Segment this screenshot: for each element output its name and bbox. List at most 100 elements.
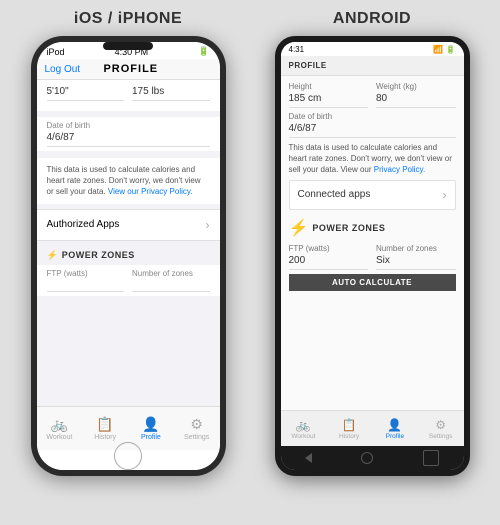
ios-weight-value: 175 lbs [132, 86, 210, 101]
ios-dob-label: Date of birth [47, 121, 210, 130]
ios-authorized-apps-label: Authorized Apps [47, 219, 120, 230]
android-zones-value[interactable]: Six [376, 255, 456, 270]
android-privacy-text: This data is used to calculate calories … [289, 143, 452, 174]
ios-phone: iPod 4:30 PM 🔋 Log Out PROFILE [31, 36, 226, 476]
ios-tab-profile[interactable]: 👤 Profile [128, 416, 174, 441]
ios-nav-bar: Log Out PROFILE [37, 59, 220, 80]
android-connected-apps-label: Connected apps [298, 189, 371, 200]
ios-settings-icon: ⚙ [190, 416, 203, 433]
android-ftp-label: FTP (watts) [289, 244, 369, 253]
page-container: iOS / iPHONE iPod 4:30 PM 🔋 Log Out PROF… [0, 0, 500, 525]
ios-workout-label: Workout [46, 434, 72, 441]
android-section: ANDROID 4:31 📶 🔋 PROFILE Heigh [256, 10, 488, 476]
android-ftp-group: FTP (watts) 200 [289, 244, 369, 270]
android-profile-icon: 👤 [387, 418, 402, 432]
ios-tab-history[interactable]: 📋 History [82, 416, 128, 441]
android-privacy-section: This data is used to calculate calories … [289, 142, 456, 176]
android-hw-row: Height 185 cm Weight (kg) 80 [289, 82, 456, 108]
ios-zones-label: Number of zones [132, 269, 210, 278]
android-power-zones-label: POWER ZONES [312, 223, 385, 233]
android-tab-history[interactable]: 📋 History [326, 418, 372, 440]
ios-privacy-link[interactable]: View our Privacy Policy. [108, 187, 193, 196]
android-phone: 4:31 📶 🔋 PROFILE Height 185 cm [275, 36, 470, 476]
ios-settings-label: Settings [184, 434, 209, 441]
android-status-bar: 4:31 📶 🔋 [281, 42, 464, 56]
android-weight-label: Weight (kg) [376, 82, 456, 91]
android-tab-bar: 🚲 Workout 📋 History 👤 Profile ⚙ Settings [281, 410, 464, 446]
ios-ftp-group: FTP (watts) [47, 269, 125, 292]
ios-history-icon: 📋 [96, 416, 113, 433]
ios-back-button[interactable]: Log Out [45, 64, 81, 75]
android-workout-label: Workout [291, 433, 315, 440]
android-height-label: Height [289, 82, 369, 91]
android-screen: 4:31 📶 🔋 PROFILE Height 185 cm [281, 42, 464, 470]
android-height-value: 185 cm [289, 93, 369, 108]
ios-tab-settings[interactable]: ⚙ Settings [174, 416, 220, 441]
ios-zones-value[interactable] [132, 280, 210, 292]
android-ftp-row: FTP (watts) 200 Number of zones Six [289, 244, 456, 270]
android-privacy-link[interactable]: Privacy Policy. [374, 165, 425, 174]
ios-tab-workout[interactable]: 🚲 Workout [37, 416, 83, 441]
ios-ftp-value[interactable] [47, 280, 125, 292]
android-content: Height 185 cm Weight (kg) 80 Date of bir… [281, 76, 464, 410]
ios-status-bar: iPod 4:30 PM 🔋 [37, 42, 220, 59]
ios-height-group: 5'10" [47, 86, 125, 101]
ios-ftp-row: FTP (watts) Number of zones [37, 265, 220, 296]
ios-screen: iPod 4:30 PM 🔋 Log Out PROFILE [37, 42, 220, 470]
android-home-nav[interactable] [361, 452, 373, 464]
ios-hw-row: 5'10" 175 lbs [47, 86, 210, 101]
android-tab-settings[interactable]: ⚙ Settings [418, 418, 464, 440]
android-zones-label: Number of zones [376, 244, 456, 253]
ios-content: 5'10" 175 lbs Date of birth 4/6/87 [37, 80, 220, 406]
android-ftp-value[interactable]: 200 [289, 255, 369, 270]
android-power-zones-header: ⚡ POWER ZONES [289, 214, 456, 240]
android-recents-nav[interactable] [423, 450, 439, 466]
android-history-label: History [339, 433, 359, 440]
android-status-icons: 📶 🔋 [433, 45, 455, 54]
ios-privacy-section: This data is used to calculate calories … [37, 158, 220, 204]
android-settings-label: Settings [429, 433, 453, 440]
android-workout-icon: 🚲 [296, 418, 311, 432]
ios-history-label: History [94, 434, 116, 441]
ios-power-zones-header: ⚡ POWER ZONES [37, 246, 220, 265]
android-dob-label: Date of birth [289, 112, 456, 121]
ios-home-area [37, 450, 220, 470]
android-zones-group: Number of zones Six [376, 244, 456, 270]
ios-profile-icon: 👤 [142, 416, 159, 433]
android-tab-profile[interactable]: 👤 Profile [372, 418, 418, 440]
android-autocalc-button[interactable]: AUTO CALCULATE [289, 274, 456, 291]
ios-hw-section: 5'10" 175 lbs [37, 80, 220, 111]
android-time: 4:31 [289, 45, 305, 54]
ios-weight-group: 175 lbs [132, 86, 210, 101]
android-title: ANDROID [333, 10, 411, 28]
android-height-group: Height 185 cm [289, 82, 369, 108]
ios-workout-icon: 🚲 [51, 416, 68, 433]
ios-dob-value: 4/6/87 [47, 132, 210, 147]
ios-dob-section: Date of birth 4/6/87 [37, 117, 220, 151]
android-app-bar: PROFILE [281, 56, 464, 76]
ios-power-zones-label: POWER ZONES [62, 250, 135, 260]
ios-authorized-apps-item[interactable]: Authorized Apps › [37, 209, 220, 241]
android-dob-section: Date of birth 4/6/87 [289, 112, 456, 138]
ios-home-button[interactable] [114, 442, 142, 470]
android-weight-group: Weight (kg) 80 [376, 82, 456, 108]
ios-time: 4:30 PM [115, 47, 149, 57]
ios-ftp-label: FTP (watts) [47, 269, 125, 278]
android-chevron-icon: › [443, 188, 447, 202]
ios-nav-title: PROFILE [103, 63, 158, 75]
ios-device-name: iPod [47, 47, 65, 57]
ios-section: iOS / iPHONE iPod 4:30 PM 🔋 Log Out PROF… [12, 10, 244, 476]
ios-lightning-icon: ⚡ [47, 250, 58, 261]
android-nav-bar [281, 446, 464, 470]
android-back-nav[interactable] [305, 453, 312, 463]
ios-profile-label: Profile [141, 434, 161, 441]
android-dob-value: 4/6/87 [289, 123, 456, 138]
android-lightning-icon: ⚡ [289, 218, 309, 238]
android-settings-icon: ⚙ [435, 418, 446, 432]
android-weight-value: 80 [376, 93, 456, 108]
android-tab-workout[interactable]: 🚲 Workout [281, 418, 327, 440]
android-connected-apps-item[interactable]: Connected apps › [289, 180, 456, 210]
ios-chevron-icon: › [206, 218, 210, 232]
ios-height-value: 5'10" [47, 86, 125, 101]
android-profile-label: Profile [386, 433, 404, 440]
